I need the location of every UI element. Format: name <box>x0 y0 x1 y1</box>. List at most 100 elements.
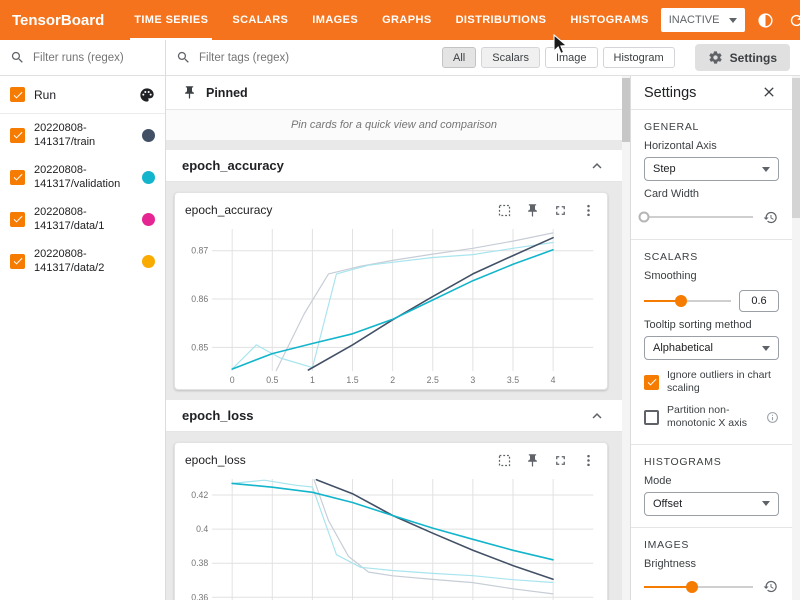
section-title: epoch_accuracy <box>182 158 284 173</box>
fit-to-data-icon[interactable] <box>495 201 513 219</box>
topbar-actions: INACTIVE <box>661 8 800 32</box>
run-color-dot[interactable] <box>142 171 155 184</box>
tab-distributions[interactable]: DISTRIBUTIONS <box>444 0 559 40</box>
tab-graphs[interactable]: GRAPHS <box>370 0 443 40</box>
main-scrollbar[interactable] <box>622 76 630 600</box>
ignore-outliers-checkbox[interactable] <box>644 375 659 390</box>
svg-text:0.86: 0.86 <box>191 294 208 304</box>
partition-x-axis-checkbox[interactable] <box>644 410 659 425</box>
epoch-loss-chart[interactable]: 00.511.522.533.540.360.380.40.42 <box>181 473 601 600</box>
card-epoch-accuracy: epoch_accuracy 00.511.522.533.540.850.86… <box>174 192 608 390</box>
theme-contrast-icon[interactable] <box>754 9 776 31</box>
info-icon[interactable] <box>766 411 779 424</box>
svg-text:2: 2 <box>390 375 395 385</box>
card-epoch-loss: epoch_loss 00.511.522.533.540.360.380.40… <box>174 442 608 600</box>
palette-icon[interactable] <box>139 87 155 103</box>
run-filter-placeholder: Filter runs (regex) <box>33 52 124 64</box>
smoothing-label: Smoothing <box>644 270 779 282</box>
search-icon <box>176 50 191 65</box>
main-nav: TIME SERIES SCALARS IMAGES GRAPHS DISTRI… <box>122 0 660 40</box>
run-select-all-checkbox[interactable] <box>10 87 25 102</box>
search-icon <box>10 50 25 65</box>
tag-filter-bar: Filter tags (regex) All Scalars Image Hi… <box>166 40 800 76</box>
card-actions <box>495 451 597 469</box>
section-title: epoch_loss <box>182 408 254 423</box>
run-filter-input[interactable]: Filter runs (regex) <box>0 40 165 76</box>
tab-scalars[interactable]: SCALARS <box>220 0 300 40</box>
run-item-data-2[interactable]: 20220808-141317/data/2 <box>0 240 165 282</box>
tab-histograms[interactable]: HISTOGRAMS <box>558 0 660 40</box>
tab-time-series[interactable]: TIME SERIES <box>122 0 220 40</box>
pin-card-icon[interactable] <box>523 451 541 469</box>
ignore-outliers-label: Ignore outliers in chart scaling <box>667 369 779 395</box>
smoothing-slider[interactable] <box>644 294 731 308</box>
fullscreen-icon[interactable] <box>551 201 569 219</box>
reload-status-select[interactable]: INACTIVE <box>661 8 746 32</box>
run-column-label: Run <box>34 88 130 102</box>
horizontal-axis-select[interactable]: Step <box>644 157 779 181</box>
run-color-dot[interactable] <box>142 129 155 142</box>
gear-icon <box>708 50 723 65</box>
chevron-down-icon <box>762 167 770 172</box>
brightness-slider[interactable] <box>644 580 753 594</box>
run-item-data-1[interactable]: 20220808-141317/data/1 <box>0 198 165 240</box>
pinned-section: Pinned Pin cards for a quick view and co… <box>166 76 622 140</box>
scrollbar-thumb[interactable] <box>622 78 630 142</box>
run-list-header: Run <box>0 76 165 114</box>
tooltip-sorting-select[interactable]: Alphabetical <box>644 336 779 360</box>
chip-all[interactable]: All <box>442 47 476 68</box>
svg-text:3.5: 3.5 <box>507 375 519 385</box>
run-label: 20220808-141317/data/2 <box>34 247 133 276</box>
settings-scrollbar[interactable] <box>792 76 800 600</box>
more-options-icon[interactable] <box>579 451 597 469</box>
tag-filter-placeholder: Filter tags (regex) <box>199 52 289 64</box>
pinned-title: Pinned <box>206 86 248 100</box>
chevron-up-icon[interactable] <box>588 157 606 175</box>
run-item-train[interactable]: 20220808-141317/train <box>0 114 165 156</box>
run-checkbox[interactable] <box>10 128 25 143</box>
settings-panel-title: Settings <box>644 85 696 101</box>
smoothing-value-input[interactable]: 0.6 <box>739 290 779 312</box>
tab-images[interactable]: IMAGES <box>300 0 370 40</box>
cards-scroll-area: Pinned Pin cards for a quick view and co… <box>166 76 622 600</box>
chevron-down-icon <box>762 346 770 351</box>
card-width-slider[interactable] <box>644 210 753 224</box>
svg-text:0: 0 <box>230 375 235 385</box>
run-checkbox[interactable] <box>10 170 25 185</box>
run-color-dot[interactable] <box>142 213 155 226</box>
fullscreen-icon[interactable] <box>551 451 569 469</box>
run-checkbox[interactable] <box>10 254 25 269</box>
slider-thumb[interactable] <box>675 295 687 307</box>
histogram-mode-select[interactable]: Offset <box>644 492 779 516</box>
chip-histogram[interactable]: Histogram <box>603 47 675 68</box>
tensorboard-app: TensorBoard TIME SERIES SCALARS IMAGES G… <box>0 0 800 600</box>
run-color-dot[interactable] <box>142 255 155 268</box>
reset-brightness-icon[interactable] <box>761 578 779 596</box>
section-header-epoch-accuracy[interactable]: epoch_accuracy <box>166 150 622 182</box>
tooltip-sorting-label: Tooltip sorting method <box>644 319 779 331</box>
svg-text:3: 3 <box>470 375 475 385</box>
more-options-icon[interactable] <box>579 201 597 219</box>
close-icon[interactable] <box>761 84 779 102</box>
reload-status-value: INACTIVE <box>669 14 720 26</box>
settings-button[interactable]: Settings <box>695 44 790 71</box>
svg-text:1: 1 <box>310 375 315 385</box>
chevron-up-icon[interactable] <box>588 407 606 425</box>
chip-image[interactable]: Image <box>545 47 598 68</box>
run-checkbox[interactable] <box>10 212 25 227</box>
svg-text:0.42: 0.42 <box>191 490 208 500</box>
refresh-icon[interactable] <box>785 9 800 31</box>
slider-thumb[interactable] <box>639 212 650 223</box>
settings-panel-header: Settings <box>631 76 792 110</box>
tag-filter-input[interactable]: Filter tags (regex) <box>176 50 436 65</box>
scrollbar-thumb[interactable] <box>792 78 800 218</box>
slider-thumb[interactable] <box>686 581 698 593</box>
fit-to-data-icon[interactable] <box>495 451 513 469</box>
reset-card-width-icon[interactable] <box>761 208 779 226</box>
epoch-accuracy-chart[interactable]: 00.511.522.533.540.850.860.87 <box>181 223 601 387</box>
chip-scalars[interactable]: Scalars <box>481 47 540 68</box>
images-heading: IMAGES <box>644 539 779 551</box>
pin-card-icon[interactable] <box>523 201 541 219</box>
run-item-validation[interactable]: 20220808-141317/validation <box>0 156 165 198</box>
section-header-epoch-loss[interactable]: epoch_loss <box>166 400 622 432</box>
